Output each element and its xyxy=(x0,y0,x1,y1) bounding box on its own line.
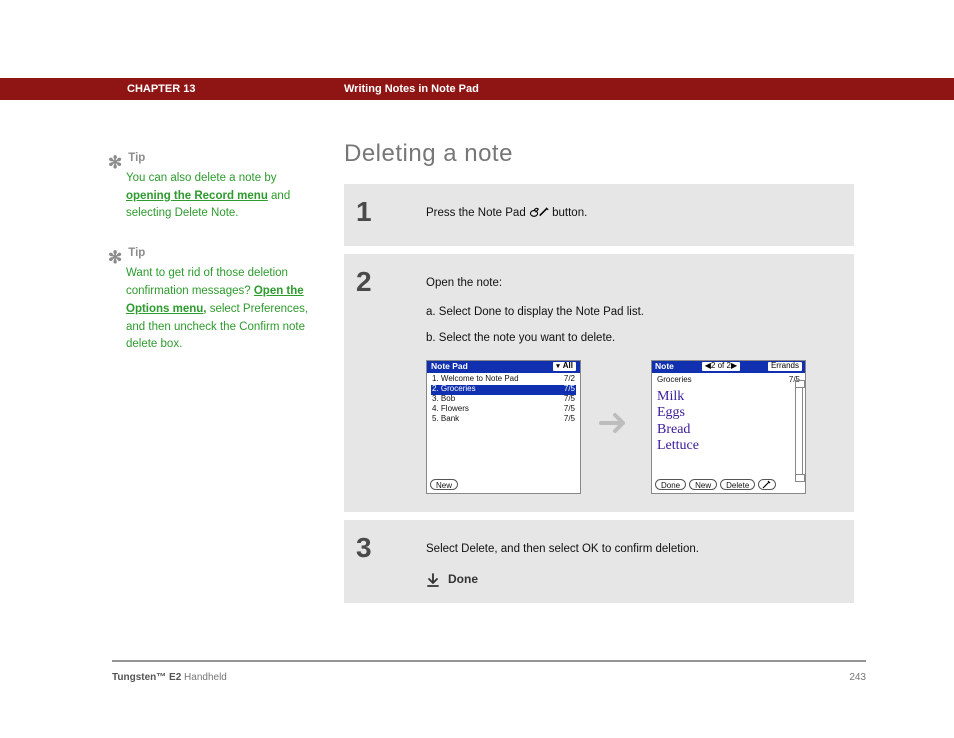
substep-a: a. Select Done to display the Note Pad l… xyxy=(426,303,836,321)
handwriting-line: Lettuce xyxy=(657,438,800,454)
tip-label: Tip xyxy=(128,150,145,168)
tip-link-record-menu[interactable]: opening the Record menu xyxy=(126,190,268,202)
pen-tool-button[interactable] xyxy=(758,479,776,490)
dropdown-value: All xyxy=(563,360,573,373)
new-button[interactable]: New xyxy=(689,479,717,490)
steps-list: 1 Press the Note Pad button. xyxy=(344,184,854,603)
tip-body: You can also delete a note by opening th… xyxy=(110,170,320,223)
category-dropdown[interactable]: Errands xyxy=(768,362,802,371)
step-number: 1 xyxy=(356,198,426,226)
main-content: Deleting a note 1 Press the Note Pad xyxy=(344,140,854,611)
screenshot-row: Note Pad ▾ All 1. Welcome to Note Pad 7/… xyxy=(426,360,836,494)
sidebar-tips: ✻ Tip You can also delete a note by open… xyxy=(110,150,320,376)
product-rest: Handheld xyxy=(181,672,227,683)
tip-2: ✻ Tip Want to get rid of those deletion … xyxy=(110,245,320,354)
step-body: Press the Note Pad button. xyxy=(426,198,836,232)
new-button[interactable]: New xyxy=(430,479,458,490)
done-label: Done xyxy=(448,570,478,589)
screenshot-title: Note Pad xyxy=(431,360,468,374)
scrollbar[interactable] xyxy=(795,387,803,475)
tip-1: ✻ Tip You can also delete a note by open… xyxy=(110,150,320,223)
done-arrow-icon xyxy=(426,573,440,587)
screenshot-notepad-list: Note Pad ▾ All 1. Welcome to Note Pad 7/… xyxy=(426,360,581,494)
done-button[interactable]: Done xyxy=(655,479,686,490)
record-counter[interactable]: ◀ 2 of 2 ▶ xyxy=(702,362,740,371)
handwriting-line: Bread xyxy=(657,422,800,438)
product-name: Tungsten™ E2 Handheld xyxy=(112,672,227,683)
done-indicator: Done xyxy=(426,570,836,589)
screenshot-titlebar: Note ◀ 2 of 2 ▶ Errands xyxy=(652,361,805,373)
step-text: Press the Note Pad xyxy=(426,207,529,219)
note-subject: Groceries xyxy=(657,374,692,387)
handwriting-line: Milk xyxy=(657,389,800,405)
note-header-row: Groceries 7/5 xyxy=(652,373,805,388)
tip-head: ✻ Tip xyxy=(110,150,320,168)
arrow-right-icon xyxy=(599,410,633,442)
screenshot-note-view: Note ◀ 2 of 2 ▶ Errands Groceries 7/5 Mi… xyxy=(651,360,806,494)
step-body: Select Delete, and then select OK to con… xyxy=(426,534,836,590)
step-number: 2 xyxy=(356,268,426,296)
tip-head: ✻ Tip xyxy=(110,245,320,263)
chapter-bar: CHAPTER 13 Writing Notes in Note Pad xyxy=(0,78,954,100)
step-number: 3 xyxy=(356,534,426,562)
step-lead: Open the note: xyxy=(426,274,836,292)
page-title: Deleting a note xyxy=(344,140,854,168)
screenshot-titlebar: Note Pad ▾ All xyxy=(427,361,580,373)
handwriting-line: Eggs xyxy=(657,405,800,421)
substep-b: b. Select the note you want to delete. xyxy=(426,329,836,347)
handwriting-area: Milk Eggs Bread Lettuce xyxy=(652,387,805,455)
step-2: 2 Open the note: a. Select Done to displ… xyxy=(344,254,854,511)
list-item[interactable]: 5. Bank 7/5 xyxy=(431,415,576,425)
step-text: button. xyxy=(552,207,587,219)
delete-button[interactable]: Delete xyxy=(720,479,755,490)
screenshot-title: Note xyxy=(655,360,674,374)
step-body: Open the note: a. Select Done to display… xyxy=(426,268,836,497)
category-dropdown[interactable]: ▾ All xyxy=(553,362,576,371)
tip-text: You can also delete a note by xyxy=(126,172,276,184)
tip-body: Want to get rid of those deletion confir… xyxy=(110,265,320,354)
chapter-title: Writing Notes in Note Pad xyxy=(344,83,479,95)
footer-rule xyxy=(112,660,866,662)
step-3: 3 Select Delete, and then select OK to c… xyxy=(344,520,854,604)
note-list: 1. Welcome to Note Pad 7/2 2. Groceries … xyxy=(427,373,580,425)
step-1: 1 Press the Note Pad button. xyxy=(344,184,854,246)
product-bold: Tungsten™ E2 xyxy=(112,672,181,683)
tip-label: Tip xyxy=(128,245,145,263)
footer: Tungsten™ E2 Handheld 243 xyxy=(112,672,866,683)
chapter-label: CHAPTER 13 xyxy=(127,83,195,95)
step-text: Select Delete, and then select OK to con… xyxy=(426,540,836,558)
note-pad-icon xyxy=(529,206,549,218)
page-number: 243 xyxy=(849,672,866,683)
